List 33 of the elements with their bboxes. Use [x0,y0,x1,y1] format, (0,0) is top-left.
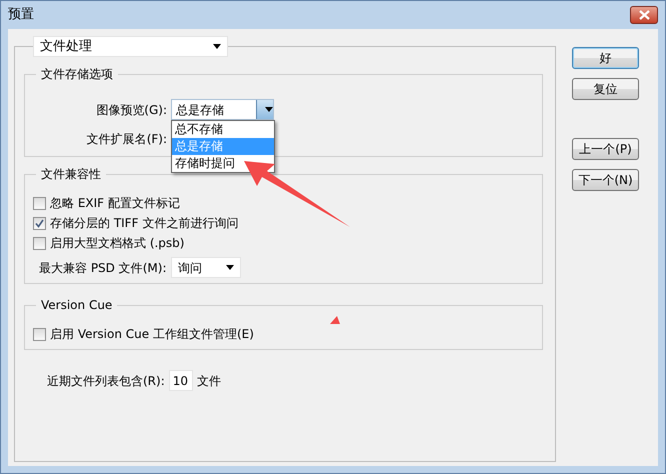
dropdown-arrow-icon [226,265,234,270]
annotation-triangle [330,316,340,324]
checkbox-label: 存储分层的 TIFF 文件之前进行询问 [50,215,238,232]
unit-label: 文件 [196,372,221,390]
category-dropdown[interactable]: 文件处理 [33,36,228,57]
close-button[interactable] [630,6,658,24]
dropdown-field[interactable]: 询问 [171,257,241,278]
number-input[interactable]: 10 [168,370,193,391]
window-title: 预置 [8,6,34,24]
checkbox[interactable] [33,196,46,210]
dropdown-option[interactable]: 总不存储 [172,121,274,138]
checkbox[interactable] [33,236,46,250]
dropdown-option[interactable]: 存储时提问 [172,155,274,172]
checkbox-label: 忽略 EXIF 配置文件标记 [50,195,180,212]
dropdown-arrow-icon [213,44,221,49]
dialog-button[interactable]: 上一个(P) [572,138,639,160]
dropdown-arrow-icon [265,107,273,112]
group-title: 文件存储选项 [36,66,118,82]
checkbox-label: 启用 Version Cue 工作组文件管理(E) [50,326,254,343]
dropdown-button[interactable] [256,100,273,119]
checkbox[interactable] [33,216,46,230]
field-label: 近期文件列表包含(R): [47,372,165,390]
dialog-button[interactable]: 下一个(N) [572,169,639,191]
field-label: 文件扩展名(F): [86,131,168,148]
field-label: 图像预览(G): [95,102,168,118]
group-title: 文件兼容性 [36,166,106,182]
dialog-button[interactable]: 复位 [572,78,639,100]
checkmark-icon [35,218,44,228]
checkbox-label: 启用大型文档格式 (.psb) [50,235,184,252]
dialog-button[interactable]: 好 [572,47,639,69]
field-label: 最大兼容 PSD 文件(M): [38,260,168,276]
close-icon [638,10,650,20]
checkbox[interactable] [33,328,46,340]
